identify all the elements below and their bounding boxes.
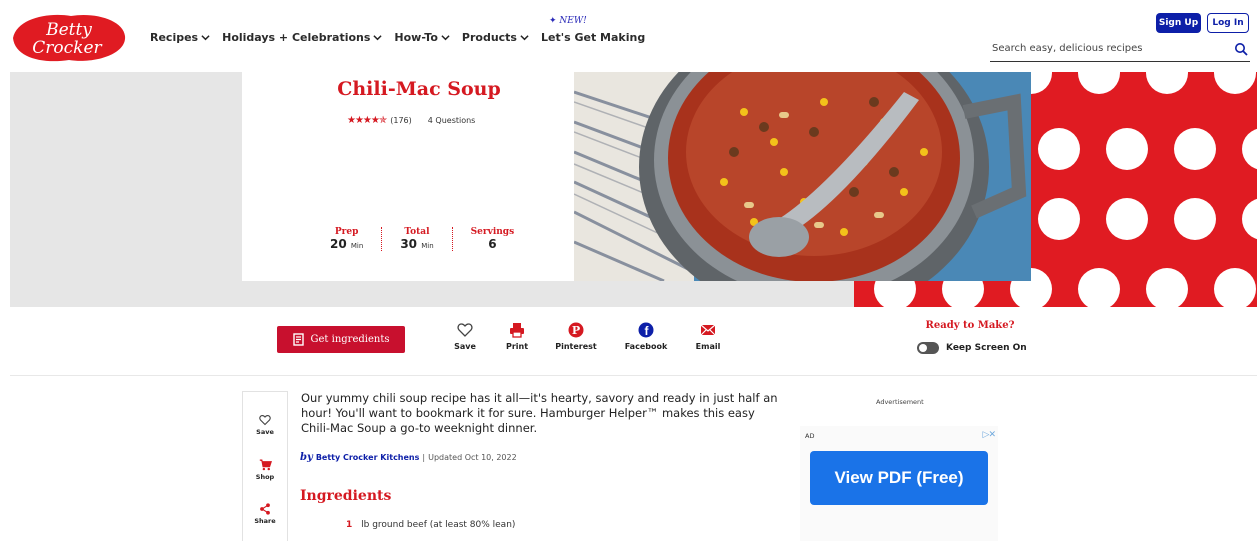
heart-icon xyxy=(457,323,473,337)
stat-label: Total xyxy=(404,227,430,237)
byline-separator: | xyxy=(422,453,426,462)
search-icon[interactable] xyxy=(1234,42,1248,56)
rail-share-label: Share xyxy=(254,517,276,525)
facebook-label: Facebook xyxy=(624,342,668,351)
envelope-icon xyxy=(700,324,716,336)
rating-stars[interactable]: ★★★★✯ xyxy=(347,115,387,126)
chevron-down-icon xyxy=(201,35,210,41)
search-bar xyxy=(990,40,1250,62)
list-icon xyxy=(292,333,304,346)
rail-shop-label: Shop xyxy=(255,473,275,481)
advertisement-label: Advertisement xyxy=(876,398,924,406)
facebook-icon: f xyxy=(638,322,654,338)
stat-prep: Prep 20 Min xyxy=(312,227,381,251)
questions-link[interactable]: 4 Questions xyxy=(428,116,476,125)
email-label: Email xyxy=(695,342,721,351)
ingredients-heading: Ingredients xyxy=(300,488,392,504)
stat-label: Servings xyxy=(470,227,515,237)
nav-holidays[interactable]: Holidays + Celebrations xyxy=(222,31,383,44)
save-action[interactable]: Save xyxy=(435,322,495,351)
ready-to-make-heading: Ready to Make? xyxy=(925,320,1015,331)
sign-up-button[interactable]: Sign Up xyxy=(1156,13,1201,33)
stat-servings: Servings 6 xyxy=(451,227,533,251)
search-input[interactable] xyxy=(992,43,1222,54)
chevron-down-icon xyxy=(373,35,383,41)
svg-text:Betty: Betty xyxy=(45,20,92,40)
chevron-down-icon xyxy=(441,35,450,41)
svg-text:P: P xyxy=(572,324,580,337)
rail-share[interactable]: Share xyxy=(243,503,287,525)
betty-crocker-logo[interactable]: Betty Crocker xyxy=(9,10,129,66)
new-badge: ✦ NEW! xyxy=(548,16,587,26)
ingredient-item: 1 lb ground beef (at least 80% lean) xyxy=(346,520,515,530)
by-mark: by xyxy=(300,452,313,463)
sparkle-icon: ✦ xyxy=(548,16,557,26)
svg-text:Crocker: Crocker xyxy=(32,38,102,58)
pinterest-action[interactable]: P Pinterest xyxy=(546,322,606,351)
keep-screen-on: Keep Screen On xyxy=(917,342,1027,354)
byline: by Betty Crocker Kitchens | Updated Oct … xyxy=(300,452,517,463)
facebook-action[interactable]: f Facebook xyxy=(616,322,676,351)
site-header: Betty Crocker Recipes Holidays + Celebra… xyxy=(0,0,1257,72)
author-link[interactable]: Betty Crocker Kitchens xyxy=(316,453,420,462)
stat-value: 20 Min xyxy=(330,237,364,251)
nav-label: Recipes xyxy=(150,31,199,44)
nav-label: Products xyxy=(461,31,517,44)
save-label: Save xyxy=(454,342,476,351)
sticky-action-rail: Save Shop Share xyxy=(242,391,288,541)
main-nav: Recipes Holidays + Celebrations How-To P… xyxy=(150,16,646,44)
divider xyxy=(10,375,1257,376)
keep-screen-toggle[interactable] xyxy=(917,342,939,354)
view-pdf-ad-button[interactable]: View PDF (Free) xyxy=(810,451,988,505)
pinterest-label: Pinterest xyxy=(555,342,597,351)
pinterest-icon: P xyxy=(568,322,584,338)
recipe-intro: Our yummy chili soup recipe has it all—i… xyxy=(301,391,778,435)
ad-choices-icon[interactable]: ▷✕ xyxy=(983,430,997,440)
ad-unit: AD ▷✕ View PDF (Free) xyxy=(800,426,998,541)
ingredient-text: lb ground beef (at least 80% lean) xyxy=(361,520,516,530)
ingredient-qty: 1 xyxy=(346,520,353,530)
rail-save-label: Save xyxy=(256,428,274,436)
email-action[interactable]: Email xyxy=(678,322,738,351)
nav-lets-get-making[interactable]: ✦ NEW! Let's Get Making xyxy=(540,16,646,44)
share-icon xyxy=(260,503,270,515)
nav-label: Let's Get Making xyxy=(540,31,646,44)
stat-value: 30 Min xyxy=(400,237,434,251)
nav-label: How-To xyxy=(394,31,438,44)
rating-row: ★★★★✯ (176) 4 Questions xyxy=(347,115,475,126)
print-label: Print xyxy=(505,342,529,351)
nav-how-to[interactable]: How-To xyxy=(394,31,450,44)
recipe-header-card: Chili-Mac Soup ★★★★✯ (176) 4 Questions P… xyxy=(242,72,574,281)
stat-label: Prep xyxy=(334,227,359,237)
heart-icon xyxy=(259,414,271,426)
rail-save[interactable]: Save xyxy=(243,414,287,436)
recipe-stats: Prep 20 Min Total 30 Min Servings 6 xyxy=(312,227,532,251)
recipe-photo[interactable] xyxy=(574,72,1031,281)
cart-icon xyxy=(259,459,272,471)
stat-value: 6 xyxy=(488,237,497,251)
ad-tag: AD xyxy=(805,432,815,440)
nav-recipes[interactable]: Recipes xyxy=(150,31,210,44)
nav-label: Holidays + Celebrations xyxy=(222,31,371,44)
chevron-down-icon xyxy=(520,35,529,41)
rating-count[interactable]: (176) xyxy=(390,116,412,125)
print-action[interactable]: Print xyxy=(487,322,547,351)
nav-products[interactable]: Products xyxy=(462,31,529,44)
get-ingredients-button[interactable]: Get ingredients xyxy=(277,326,405,353)
get-ingredients-label: Get ingredients xyxy=(310,334,390,345)
updated-date: Updated Oct 10, 2022 xyxy=(428,453,517,462)
log-in-button[interactable]: Log In xyxy=(1207,13,1249,33)
keep-screen-label: Keep Screen On xyxy=(946,343,1027,353)
printer-icon xyxy=(510,323,524,338)
stat-total: Total 30 Min xyxy=(381,227,451,251)
recipe-title: Chili-Mac Soup xyxy=(337,78,501,100)
rail-shop[interactable]: Shop xyxy=(243,459,287,481)
